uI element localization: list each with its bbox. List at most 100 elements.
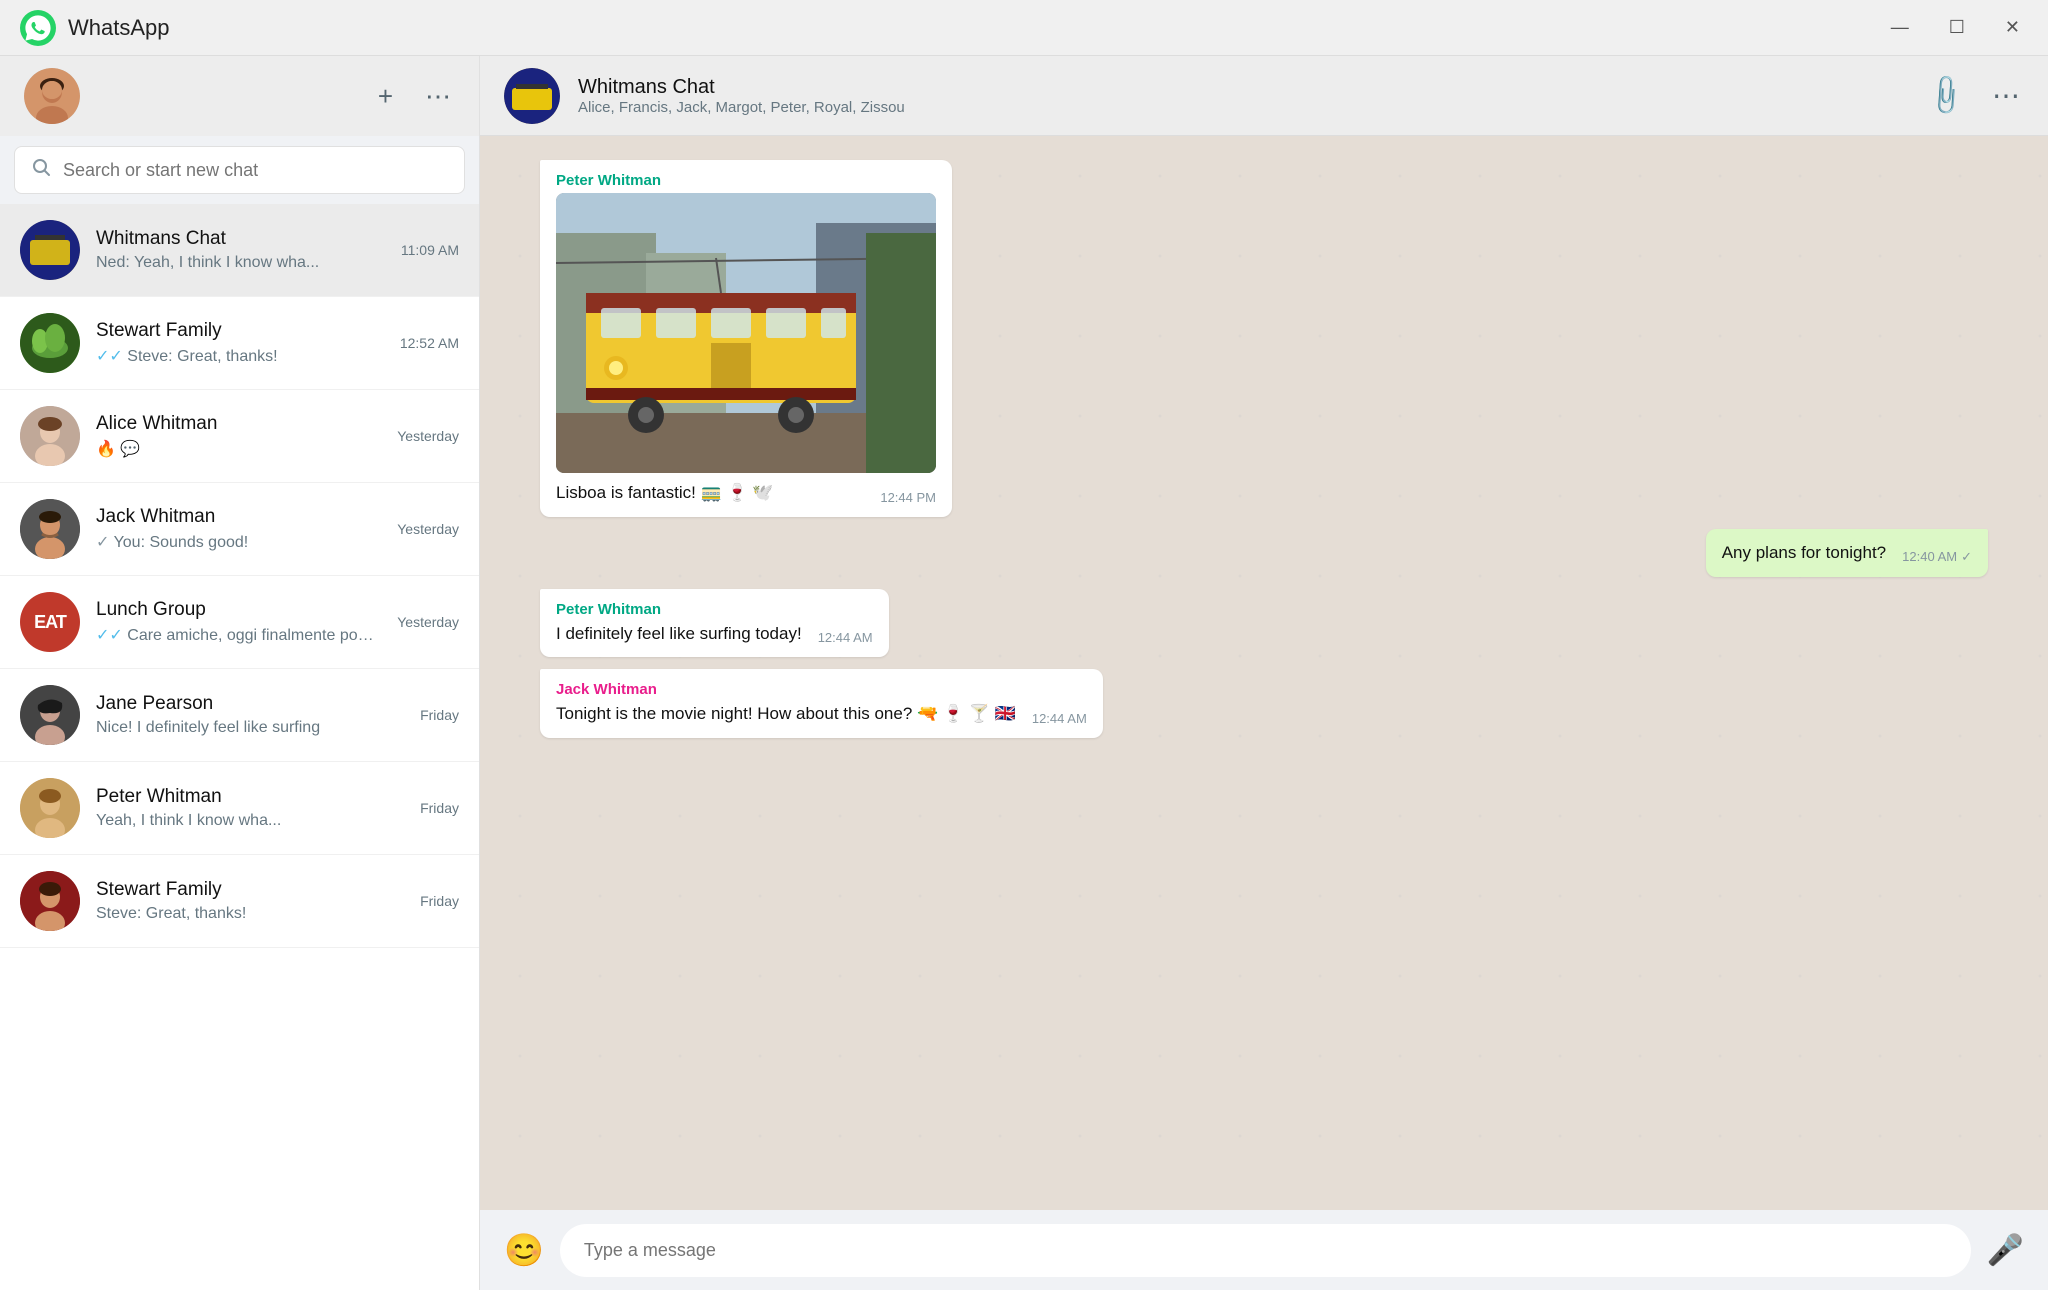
main-layout: + ⋯ [0, 56, 2048, 1290]
chat-menu-button[interactable]: ⋯ [1988, 75, 2024, 116]
chat-header-members: Alice, Francis, Jack, Margot, Peter, Roy… [578, 99, 1907, 116]
check-icon: ✓ [1961, 549, 1972, 565]
new-chat-button[interactable]: + [374, 77, 397, 116]
chat-avatar-peter [20, 778, 80, 838]
search-input[interactable] [63, 160, 448, 181]
chat-item-alice[interactable]: Alice Whitman 🔥 💬 Yesterday [0, 390, 479, 483]
sidebar-menu-button[interactable]: ⋯ [421, 77, 455, 116]
chat-time: Friday [420, 707, 459, 723]
chat-item-lunch[interactable]: EAT Lunch Group ✓✓ Care amiche, oggi fin… [0, 576, 479, 669]
chat-info-stewart2: Stewart Family Steve: Great, thanks! [96, 879, 404, 923]
message-input[interactable] [560, 1224, 1971, 1277]
message-outgoing-plans: Any plans for tonight? 12:40 AM ✓ [1706, 529, 1988, 577]
search-icon [31, 157, 51, 183]
msg-text: Tonight is the movie night! How about th… [556, 702, 1016, 726]
msg-sender: Peter Whitman [556, 172, 936, 189]
chat-item-stewart2[interactable]: Stewart Family Steve: Great, thanks! Fri… [0, 855, 479, 948]
msg-text: Lisboa is fantastic! 🚃 🍷 🕊️ [556, 481, 774, 505]
double-check-icon: ✓✓ [96, 627, 123, 644]
chat-header-info: Whitmans Chat Alice, Francis, Jack, Marg… [578, 76, 1907, 116]
sidebar-header: + ⋯ [0, 56, 479, 136]
sidebar-actions: + ⋯ [374, 77, 455, 116]
chat-header: Whitmans Chat Alice, Francis, Jack, Marg… [480, 56, 2048, 136]
chat-meta-stewart2: Friday [420, 893, 459, 909]
chat-preview: Yeah, I think I know wha... [96, 812, 404, 830]
chat-header-name: Whitmans Chat [578, 76, 1907, 99]
chat-time: Yesterday [397, 428, 459, 444]
maximize-button[interactable]: ☐ [1941, 13, 1973, 42]
chat-time: Friday [420, 893, 459, 909]
emoji-button[interactable]: 😊 [504, 1231, 544, 1269]
chat-info-peter: Peter Whitman Yeah, I think I know wha..… [96, 786, 404, 830]
chat-name: Peter Whitman [96, 786, 404, 808]
minimize-button[interactable]: — [1883, 13, 1917, 42]
user-avatar[interactable] [24, 68, 80, 124]
input-area: 😊 🎤 [480, 1210, 2048, 1290]
chat-item-stewart-family[interactable]: Stewart Family ✓✓ Steve: Great, thanks! … [0, 297, 479, 390]
message-peter-surfing: Peter Whitman I definitely feel like sur… [540, 589, 889, 658]
chat-name: Whitmans Chat [96, 228, 385, 250]
chat-name: Lunch Group [96, 599, 381, 621]
tram-image [556, 193, 936, 473]
chat-preview: Ned: Yeah, I think I know wha... [96, 254, 385, 272]
chat-header-avatar [504, 68, 560, 124]
msg-time: 12:44 AM [818, 630, 873, 645]
window-controls: — ☐ ✕ [1883, 13, 2028, 42]
chat-time: 12:52 AM [400, 335, 459, 351]
chat-preview: ✓✓ Care amiche, oggi finalmente posso [96, 625, 381, 645]
chat-avatar-stewart [20, 313, 80, 373]
chat-avatar-stewart2 [20, 871, 80, 931]
msg-time: 12:40 AM [1902, 549, 1957, 564]
chat-header-actions: 📎 ⋯ [1925, 75, 2024, 116]
messages-area: Peter Whitman [480, 136, 2048, 1210]
chat-info-jane: Jane Pearson Nice! I definitely feel lik… [96, 693, 404, 737]
close-button[interactable]: ✕ [1997, 13, 2028, 42]
chat-item-jack[interactable]: Jack Whitman ✓ You: Sounds good! Yesterd… [0, 483, 479, 576]
chat-item-jane[interactable]: Jane Pearson Nice! I definitely feel lik… [0, 669, 479, 762]
chat-time: Friday [420, 800, 459, 816]
msg-time: 12:44 AM [1032, 711, 1087, 726]
chat-avatar-jack [20, 499, 80, 559]
chat-panel: Whitmans Chat Alice, Francis, Jack, Marg… [480, 56, 2048, 1290]
search-input-wrap[interactable] [14, 146, 465, 194]
chat-preview: ✓ You: Sounds good! [96, 532, 381, 552]
double-check-icon: ✓✓ [96, 348, 123, 365]
msg-time: 12:44 PM [880, 490, 936, 505]
chat-avatar-alice [20, 406, 80, 466]
chat-preview: 🔥 💬 [96, 439, 381, 459]
chat-name: Stewart Family [96, 879, 404, 901]
chat-preview: Nice! I definitely feel like surfing [96, 719, 404, 737]
chat-meta-peter: Friday [420, 800, 459, 816]
chat-avatar-jane [20, 685, 80, 745]
chat-time: 11:09 AM [401, 242, 459, 258]
chat-list: Whitmans Chat Ned: Yeah, I think I know … [0, 204, 479, 1290]
chat-info-whitmans: Whitmans Chat Ned: Yeah, I think I know … [96, 228, 385, 272]
chat-name: Stewart Family [96, 320, 384, 342]
chat-info-jack: Jack Whitman ✓ You: Sounds good! [96, 506, 381, 552]
chat-meta-stewart: 12:52 AM [400, 335, 459, 351]
chat-meta-whitmans: 11:09 AM [401, 242, 459, 258]
sidebar: + ⋯ [0, 56, 480, 1290]
msg-sender: Jack Whitman [556, 681, 1087, 698]
msg-text: I definitely feel like surfing today! [556, 622, 802, 646]
mic-button[interactable]: 🎤 [1987, 1233, 2024, 1268]
msg-sender: Peter Whitman [556, 601, 873, 618]
whatsapp-logo-icon [20, 10, 56, 46]
message-jack-movie: Jack Whitman Tonight is the movie night!… [540, 669, 1103, 738]
chat-time: Yesterday [397, 614, 459, 630]
attach-button[interactable]: 📎 [1917, 66, 1976, 125]
chat-time: Yesterday [397, 521, 459, 537]
chat-name: Jane Pearson [96, 693, 404, 715]
chat-info-alice: Alice Whitman 🔥 💬 [96, 413, 381, 459]
chat-meta-jane: Friday [420, 707, 459, 723]
chat-name: Jack Whitman [96, 506, 381, 528]
chat-preview: ✓✓ Steve: Great, thanks! [96, 346, 384, 366]
chat-name: Alice Whitman [96, 413, 381, 435]
check-icon: ✓ [96, 534, 109, 551]
titlebar: WhatsApp — ☐ ✕ [0, 0, 2048, 56]
chat-avatar-lunch: EAT [20, 592, 80, 652]
chat-item-whitmans[interactable]: Whitmans Chat Ned: Yeah, I think I know … [0, 204, 479, 297]
chat-item-peter[interactable]: Peter Whitman Yeah, I think I know wha..… [0, 762, 479, 855]
search-bar [0, 136, 479, 204]
msg-text: Any plans for tonight? [1722, 541, 1886, 565]
